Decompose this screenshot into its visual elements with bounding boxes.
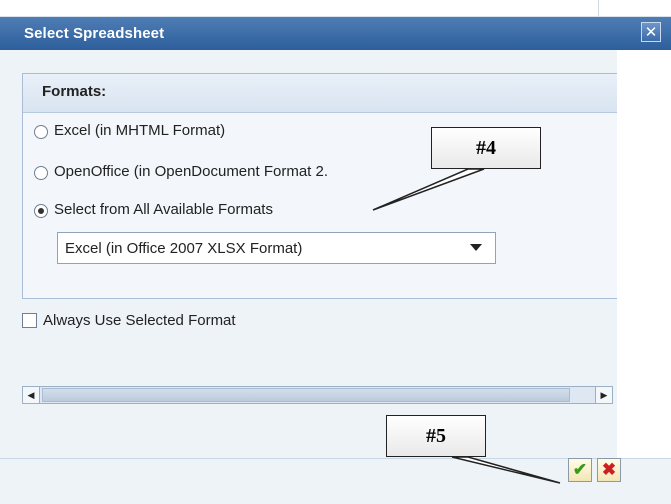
callout-5: #5: [386, 415, 486, 457]
callout-4: #4: [431, 127, 541, 169]
callout-4-pointer: [372, 168, 485, 211]
callout-5-pointer: [451, 456, 561, 484]
callout-pointers: [372, 168, 561, 484]
